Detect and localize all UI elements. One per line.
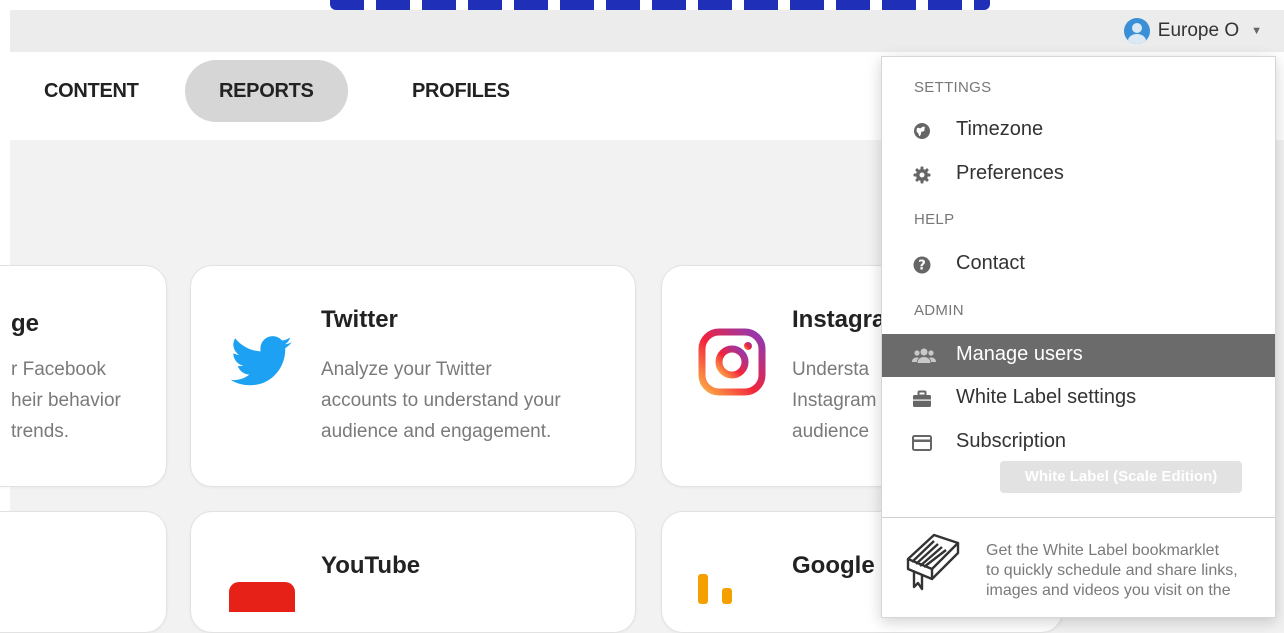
menu-item-timezone[interactable]: Timezone xyxy=(882,109,1275,152)
menu-item-label: Manage users xyxy=(956,343,1083,365)
menu-item-white-label-settings[interactable]: White Label settings xyxy=(882,377,1275,420)
card-title: Twitter xyxy=(321,306,398,333)
user-bar: Europe O ▼ xyxy=(10,10,1284,52)
chevron-down-icon: ▼ xyxy=(1251,25,1262,37)
banner-heading-fragment xyxy=(330,0,990,10)
user-name: Europe O xyxy=(1157,20,1240,41)
menu-item-label: Subscription xyxy=(956,430,1067,452)
tab-content[interactable]: CONTENT xyxy=(10,60,173,122)
card-partial[interactable] xyxy=(0,511,167,633)
credit-card-icon xyxy=(912,435,932,451)
youtube-logo-icon xyxy=(229,582,295,612)
menu-item-manage-users[interactable]: Manage users xyxy=(882,334,1275,377)
google-analytics-icon xyxy=(698,574,708,604)
menu-item-subscription[interactable]: Subscription xyxy=(882,421,1275,464)
card-title: Google xyxy=(792,552,875,579)
tab-profiles[interactable]: PROFILES xyxy=(378,60,544,122)
menu-divider xyxy=(882,517,1275,518)
help-header: HELP xyxy=(914,211,955,228)
card-description: r Facebook heir behavior trends. xyxy=(11,359,121,442)
svg-text:?: ? xyxy=(918,259,926,274)
twitter-bird-icon xyxy=(231,336,292,386)
edition-badge: White Label (Scale Edition) xyxy=(1000,461,1242,493)
menu-item-preferences[interactable]: Preferences xyxy=(882,153,1275,196)
question-circle-icon: ? xyxy=(913,256,931,274)
tab-reports[interactable]: REPORTS xyxy=(185,60,348,122)
user-avatar-icon xyxy=(1123,18,1150,44)
bookmarklet-book-icon[interactable] xyxy=(900,529,964,595)
user-dropdown-menu: SETTINGS Timezone Preferences HELP ? Con… xyxy=(881,56,1276,618)
globe-icon xyxy=(914,123,930,139)
menu-item-contact[interactable]: ? Contact xyxy=(882,243,1275,286)
youtube-card[interactable]: YouTube xyxy=(190,511,636,633)
users-icon xyxy=(912,348,936,363)
menu-item-label: Timezone xyxy=(956,118,1044,140)
briefcase-icon xyxy=(913,390,931,407)
card-description: Understa Instagram audience xyxy=(792,359,877,442)
menu-item-label: Preferences xyxy=(956,162,1064,184)
instagram-icon xyxy=(698,328,766,396)
twitter-card[interactable]: Twitter Analyze your Twitter accounts to… xyxy=(190,265,636,487)
menu-item-label: White Label settings xyxy=(956,386,1137,408)
user-menu[interactable]: Europe O ▼ xyxy=(1123,18,1262,44)
facebook-card[interactable]: ge r Facebook heir behavior trends. xyxy=(0,265,167,487)
card-title: YouTube xyxy=(321,552,421,579)
top-banner xyxy=(0,0,1284,10)
settings-header: SETTINGS xyxy=(914,79,992,96)
card-title: ge xyxy=(11,310,40,337)
bookmarklet-description: Get the White Label bookmarklet to quick… xyxy=(986,542,1238,599)
menu-item-label: Contact xyxy=(956,252,1025,274)
card-title: Instagra xyxy=(792,306,886,333)
google-analytics-bar xyxy=(722,588,732,604)
gear-icon xyxy=(913,166,931,184)
card-description: Analyze your Twitter accounts to underst… xyxy=(321,359,561,442)
admin-header: ADMIN xyxy=(914,302,964,319)
